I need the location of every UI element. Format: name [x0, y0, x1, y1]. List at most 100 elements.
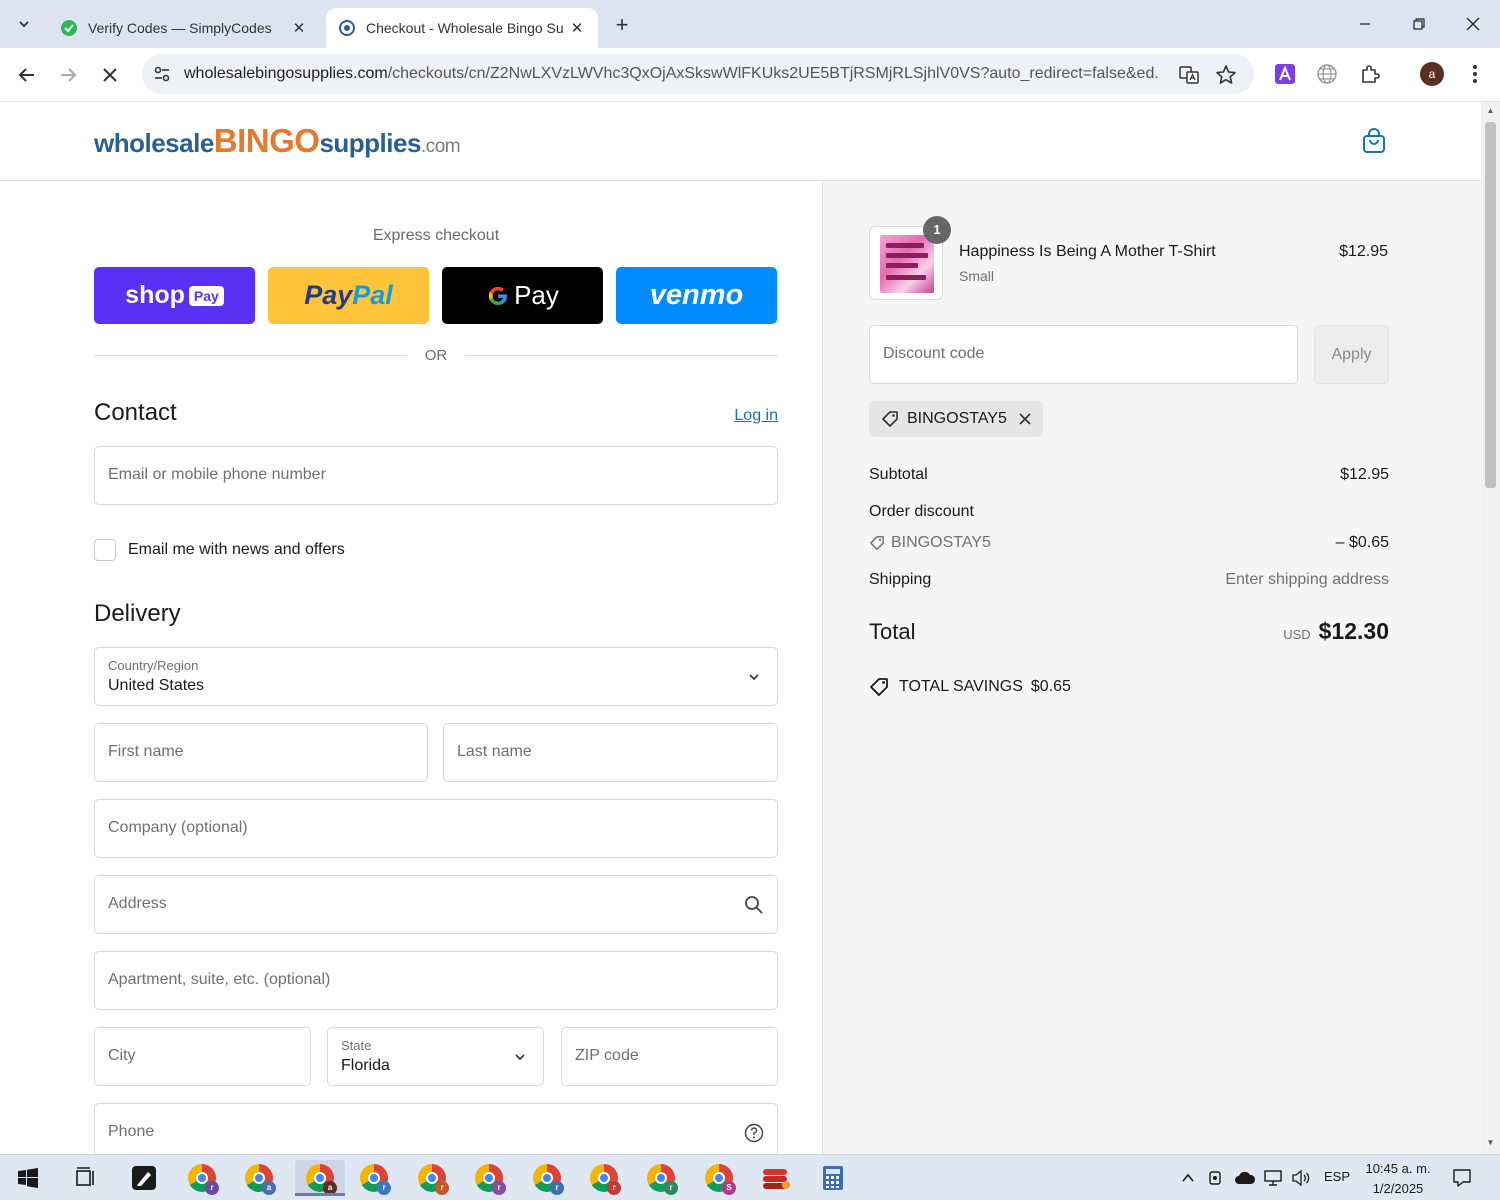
tab-checkout[interactable]: Checkout - Wholesale Bingo Su ✕	[326, 8, 598, 48]
search-icon	[743, 894, 765, 916]
profile-avatar[interactable]: a	[1420, 62, 1444, 86]
chrome-profile-badge: r	[550, 1181, 564, 1195]
venmo-button[interactable]: venmo	[616, 267, 777, 324]
store-logo[interactable]: wholesaleBINGOsupplies.com	[94, 122, 461, 160]
address-bar[interactable]: wholesalebingosupplies.com/checkouts/cn/…	[142, 54, 1254, 94]
taskbar-chrome-7[interactable]: r	[529, 1160, 565, 1196]
minimize-icon	[1360, 23, 1370, 25]
minimize-button[interactable]	[1338, 6, 1392, 42]
city-placeholder: City	[108, 1047, 136, 1064]
taskbar-chrome-8[interactable]: r	[586, 1160, 622, 1196]
login-link[interactable]: Log in	[734, 407, 778, 425]
stop-loading-button[interactable]	[95, 60, 125, 90]
extensions-puzzle-icon[interactable]	[1358, 62, 1382, 86]
shipping-row: Shipping Enter shipping address	[869, 571, 1389, 589]
help-icon[interactable]	[743, 1122, 765, 1144]
state-select[interactable]: State Florida	[327, 1027, 544, 1086]
taskbar-app-red[interactable]	[758, 1160, 794, 1196]
arrow-right-icon	[61, 68, 77, 82]
discount-code-input[interactable]: Discount code	[869, 325, 1298, 384]
zip-placeholder: ZIP code	[575, 1047, 639, 1064]
tab-close-icon[interactable]: ✕	[290, 19, 308, 37]
chrome-profile-badge: r	[492, 1181, 506, 1195]
taskbar-chrome-6[interactable]: r	[471, 1160, 507, 1196]
network-icon[interactable]	[1259, 1160, 1287, 1196]
discount-code-text: BINGOSTAY5	[891, 534, 991, 551]
zip-field[interactable]: ZIP code	[561, 1027, 778, 1086]
apartment-field[interactable]: Apartment, suite, etc. (optional)	[94, 951, 778, 1010]
taskbar-chrome-5[interactable]: r	[414, 1160, 450, 1196]
restore-button[interactable]	[1392, 6, 1446, 42]
restore-icon	[1413, 18, 1425, 30]
phone-field[interactable]: Phone	[94, 1103, 778, 1154]
phone-placeholder: Phone	[108, 1123, 155, 1140]
page-scrollbar[interactable]: ▲ ▼	[1481, 102, 1500, 1154]
taskbar-app-pen[interactable]	[126, 1160, 162, 1196]
city-field[interactable]: City	[94, 1027, 311, 1086]
chrome-icon: a	[245, 1164, 276, 1195]
scroll-up-icon[interactable]: ▲	[1485, 106, 1496, 116]
new-tab-button[interactable]: +	[608, 12, 636, 40]
onedrive-cloud-icon[interactable]	[1230, 1160, 1260, 1196]
tab-simplycodes[interactable]: Verify Codes — SimplyCodes ✕	[48, 8, 320, 48]
taskbar-calculator[interactable]	[815, 1160, 851, 1196]
news-offers-option[interactable]: Email me with news and offers	[94, 539, 345, 561]
language-indicator[interactable]: ESP	[1324, 1169, 1350, 1184]
volume-icon[interactable]	[1287, 1160, 1315, 1196]
taskbar-chrome-1[interactable]: r	[184, 1160, 220, 1196]
remove-discount-icon[interactable]	[1019, 413, 1031, 425]
chrome-icon: r	[418, 1164, 449, 1195]
company-field[interactable]: Company (optional)	[94, 799, 778, 858]
taskbar-chrome-9[interactable]: r	[643, 1160, 679, 1196]
tab-search-button[interactable]	[10, 10, 38, 38]
total-row: Total USD $12.30	[869, 618, 1389, 645]
start-button[interactable]	[10, 1160, 46, 1196]
shop-pay-button[interactable]: shop Pay	[94, 267, 255, 324]
chrome-icon: a	[306, 1164, 337, 1195]
address-field[interactable]: Address	[94, 875, 778, 934]
first-name-field[interactable]: First name	[94, 723, 428, 782]
google-pay-button[interactable]: Pay	[442, 267, 603, 324]
show-hidden-icons-button[interactable]	[1172, 1160, 1204, 1196]
taskbar-clock[interactable]: 10:45 a. m. 1/2/2025	[1362, 1159, 1434, 1199]
country-select[interactable]: Country/Region United States	[94, 647, 778, 706]
forward-button[interactable]	[53, 60, 83, 90]
paypal-button[interactable]: Pay Pal	[268, 267, 429, 324]
savings-label: TOTAL SAVINGS	[899, 678, 1023, 695]
bookmark-star-icon[interactable]	[1215, 64, 1237, 86]
scrollbar-thumb[interactable]	[1485, 122, 1496, 488]
back-button[interactable]	[12, 60, 42, 90]
discount-placeholder: Discount code	[883, 345, 985, 362]
logo-text-supplies: supplies	[319, 128, 421, 158]
taskbar-chrome-2[interactable]: a	[241, 1160, 277, 1196]
meet-now-icon[interactable]	[1202, 1160, 1230, 1196]
store-header: wholesaleBINGOsupplies.com	[0, 102, 1481, 181]
last-name-field[interactable]: Last name	[443, 723, 778, 782]
country-value: United States	[108, 677, 205, 694]
extension-a-icon[interactable]	[1273, 62, 1297, 86]
apply-discount-button[interactable]: Apply	[1314, 325, 1389, 384]
globe-extension-icon[interactable]	[1315, 62, 1339, 86]
discount-code-row: BINGOSTAY5 – $0.65	[869, 534, 1389, 552]
notifications-button[interactable]	[1444, 1160, 1480, 1196]
shopping-bag-icon[interactable]	[1362, 128, 1386, 154]
close-window-button[interactable]	[1446, 6, 1500, 42]
browser-menu-icon[interactable]	[1463, 62, 1487, 86]
chrome-profile-badge: r	[607, 1181, 621, 1195]
last-name-placeholder: Last name	[457, 743, 532, 760]
total-currency: USD	[1283, 627, 1311, 642]
email-field[interactable]: Email or mobile phone number	[94, 446, 778, 505]
taskbar-chrome-10[interactable]: S	[701, 1160, 737, 1196]
scroll-down-icon[interactable]: ▼	[1485, 1138, 1496, 1148]
task-view-button[interactable]	[67, 1160, 103, 1196]
news-offers-checkbox[interactable]	[94, 539, 116, 561]
tab-title: Verify Codes — SimplyCodes	[88, 20, 272, 36]
chevron-up-icon	[1182, 1173, 1194, 1182]
tab-close-icon[interactable]: ✕	[568, 19, 586, 37]
taskbar-chrome-3[interactable]: a	[295, 1160, 345, 1196]
state-value: Florida	[341, 1057, 390, 1074]
stack-app-icon	[763, 1169, 790, 1189]
taskbar-chrome-4[interactable]: r	[356, 1160, 392, 1196]
translate-icon[interactable]	[1178, 64, 1200, 86]
site-info-icon[interactable]	[152, 64, 172, 84]
